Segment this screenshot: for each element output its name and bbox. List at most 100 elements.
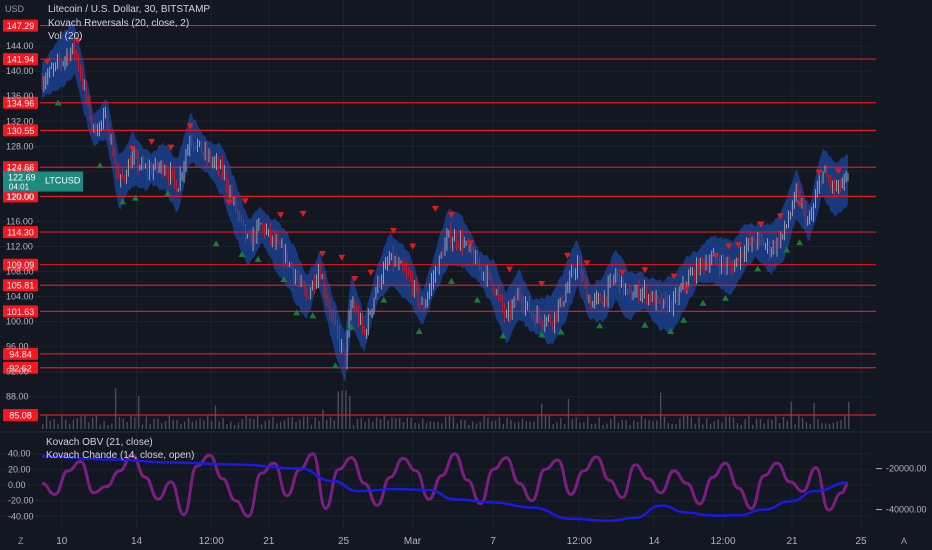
price-level-value: 147.29	[7, 21, 35, 31]
volume-bar	[648, 420, 650, 429]
volume-bar	[817, 418, 819, 429]
volume-bar	[491, 421, 493, 429]
volume-bar	[840, 419, 842, 429]
time-tick-label: 10	[56, 536, 68, 547]
volume-bar	[410, 417, 412, 429]
time-tick-label: 25	[338, 536, 350, 547]
volume-bar	[786, 420, 788, 429]
time-tick-label: 25	[855, 536, 867, 547]
volume-bar	[279, 421, 282, 429]
volume-bar	[464, 420, 466, 429]
price-tick-label: 104.00	[6, 292, 34, 302]
volume-bar	[180, 423, 182, 429]
indicator-legend-reversals[interactable]: Kovach Reversals (20, close, 2)	[48, 18, 189, 29]
volume-bar	[114, 388, 117, 429]
volume-bar	[61, 416, 63, 429]
zoom-button[interactable]: Z	[18, 536, 24, 546]
volume-bar	[395, 418, 397, 429]
volume-bar	[387, 420, 389, 429]
price-tick-label: 136.00	[6, 91, 34, 101]
volume-bar	[832, 422, 835, 429]
time-tick-label: 12:00	[710, 536, 735, 547]
price-level-value: 105.81	[7, 281, 35, 291]
price-level-value: 85.08	[9, 410, 32, 420]
indicator-left-tick: 40.00	[8, 449, 31, 459]
indicator-legend-volume[interactable]: Vol (20)	[48, 31, 82, 42]
volume-bar	[759, 418, 762, 429]
volume-bar	[809, 423, 812, 429]
volume-bar	[659, 392, 662, 429]
volume-bar	[698, 416, 700, 429]
indicator-legend-obv[interactable]: Kovach OBV (21, close)	[46, 437, 153, 448]
volume-bar	[548, 415, 551, 429]
volume-bar	[91, 417, 94, 429]
indicator-legend-chande[interactable]: Kovach Chande (14, close, open)	[46, 450, 194, 461]
volume-bar	[322, 409, 324, 429]
volume-bar	[76, 418, 78, 429]
volume-bar	[314, 417, 316, 429]
time-tick-label: 21	[786, 536, 798, 547]
volume-bar	[671, 423, 673, 429]
volume-bar	[391, 417, 393, 429]
volume-bar	[667, 422, 670, 429]
volume-bar	[176, 419, 178, 429]
volume-bar	[260, 424, 263, 429]
price-tick-label: 116.00	[6, 216, 33, 226]
volume-bar	[579, 422, 581, 429]
volume-bar	[149, 424, 151, 429]
time-tick-label: Mar	[404, 536, 422, 547]
volume-bar	[276, 423, 278, 429]
volume-bar	[360, 417, 362, 429]
volume-bar	[483, 415, 485, 429]
volume-bar	[717, 419, 719, 429]
indicator-left-tick: 0.00	[8, 480, 26, 490]
volume-bar	[487, 417, 489, 429]
volume-bar	[299, 419, 301, 429]
volume-bar	[326, 419, 328, 429]
volume-bar	[157, 418, 159, 429]
volume-bar	[406, 417, 409, 429]
volume-bar	[164, 420, 167, 429]
price-tick-label: 108.00	[6, 267, 34, 277]
volume-bar	[160, 423, 163, 429]
volume-bar	[552, 424, 554, 429]
volume-bar	[644, 418, 646, 429]
volume-bar	[57, 423, 59, 429]
volume-bar	[437, 422, 439, 429]
volume-bar	[195, 420, 197, 429]
volume-bar	[218, 421, 220, 429]
volume-bar	[291, 417, 293, 429]
volume-bar	[448, 415, 451, 429]
volume-bar	[679, 418, 681, 429]
volume-bar	[306, 416, 309, 429]
volume-bar	[126, 421, 128, 429]
volume-bar	[736, 422, 739, 429]
volume-bar	[606, 423, 608, 429]
volume-bar	[587, 416, 589, 429]
current-price-value: 122.69	[8, 173, 36, 183]
volume-bar	[844, 415, 846, 429]
volume-bar	[364, 422, 366, 429]
volume-bar	[798, 415, 800, 429]
chart-title[interactable]: Litecoin / U.S. Dollar, 30, BITSTAMP	[48, 4, 210, 15]
auto-scale-button[interactable]: A	[901, 536, 907, 546]
price-tick-label: 132.00	[6, 116, 34, 126]
volume-bar	[356, 419, 359, 429]
volume-bar	[99, 424, 101, 429]
current-price-symbol: LTCUSD	[45, 176, 81, 186]
volume-bar	[471, 421, 474, 429]
volume-bar	[740, 424, 742, 429]
chart-canvas[interactable]: 147.29141.94134.96130.55124.66120.00114.…	[0, 0, 932, 550]
volume-bar	[682, 414, 685, 429]
volume-bar	[563, 424, 566, 429]
volume-bar	[187, 417, 190, 429]
volume-bar	[583, 422, 585, 429]
volume-bar	[433, 422, 435, 429]
volume-bar	[245, 415, 247, 429]
volume-bar	[72, 419, 75, 429]
time-tick-label: 7	[490, 536, 496, 547]
price-tick-label: 100.00	[6, 317, 34, 327]
volume-bar	[656, 420, 658, 429]
volume-bar	[502, 423, 504, 429]
volume-bar	[782, 416, 785, 429]
